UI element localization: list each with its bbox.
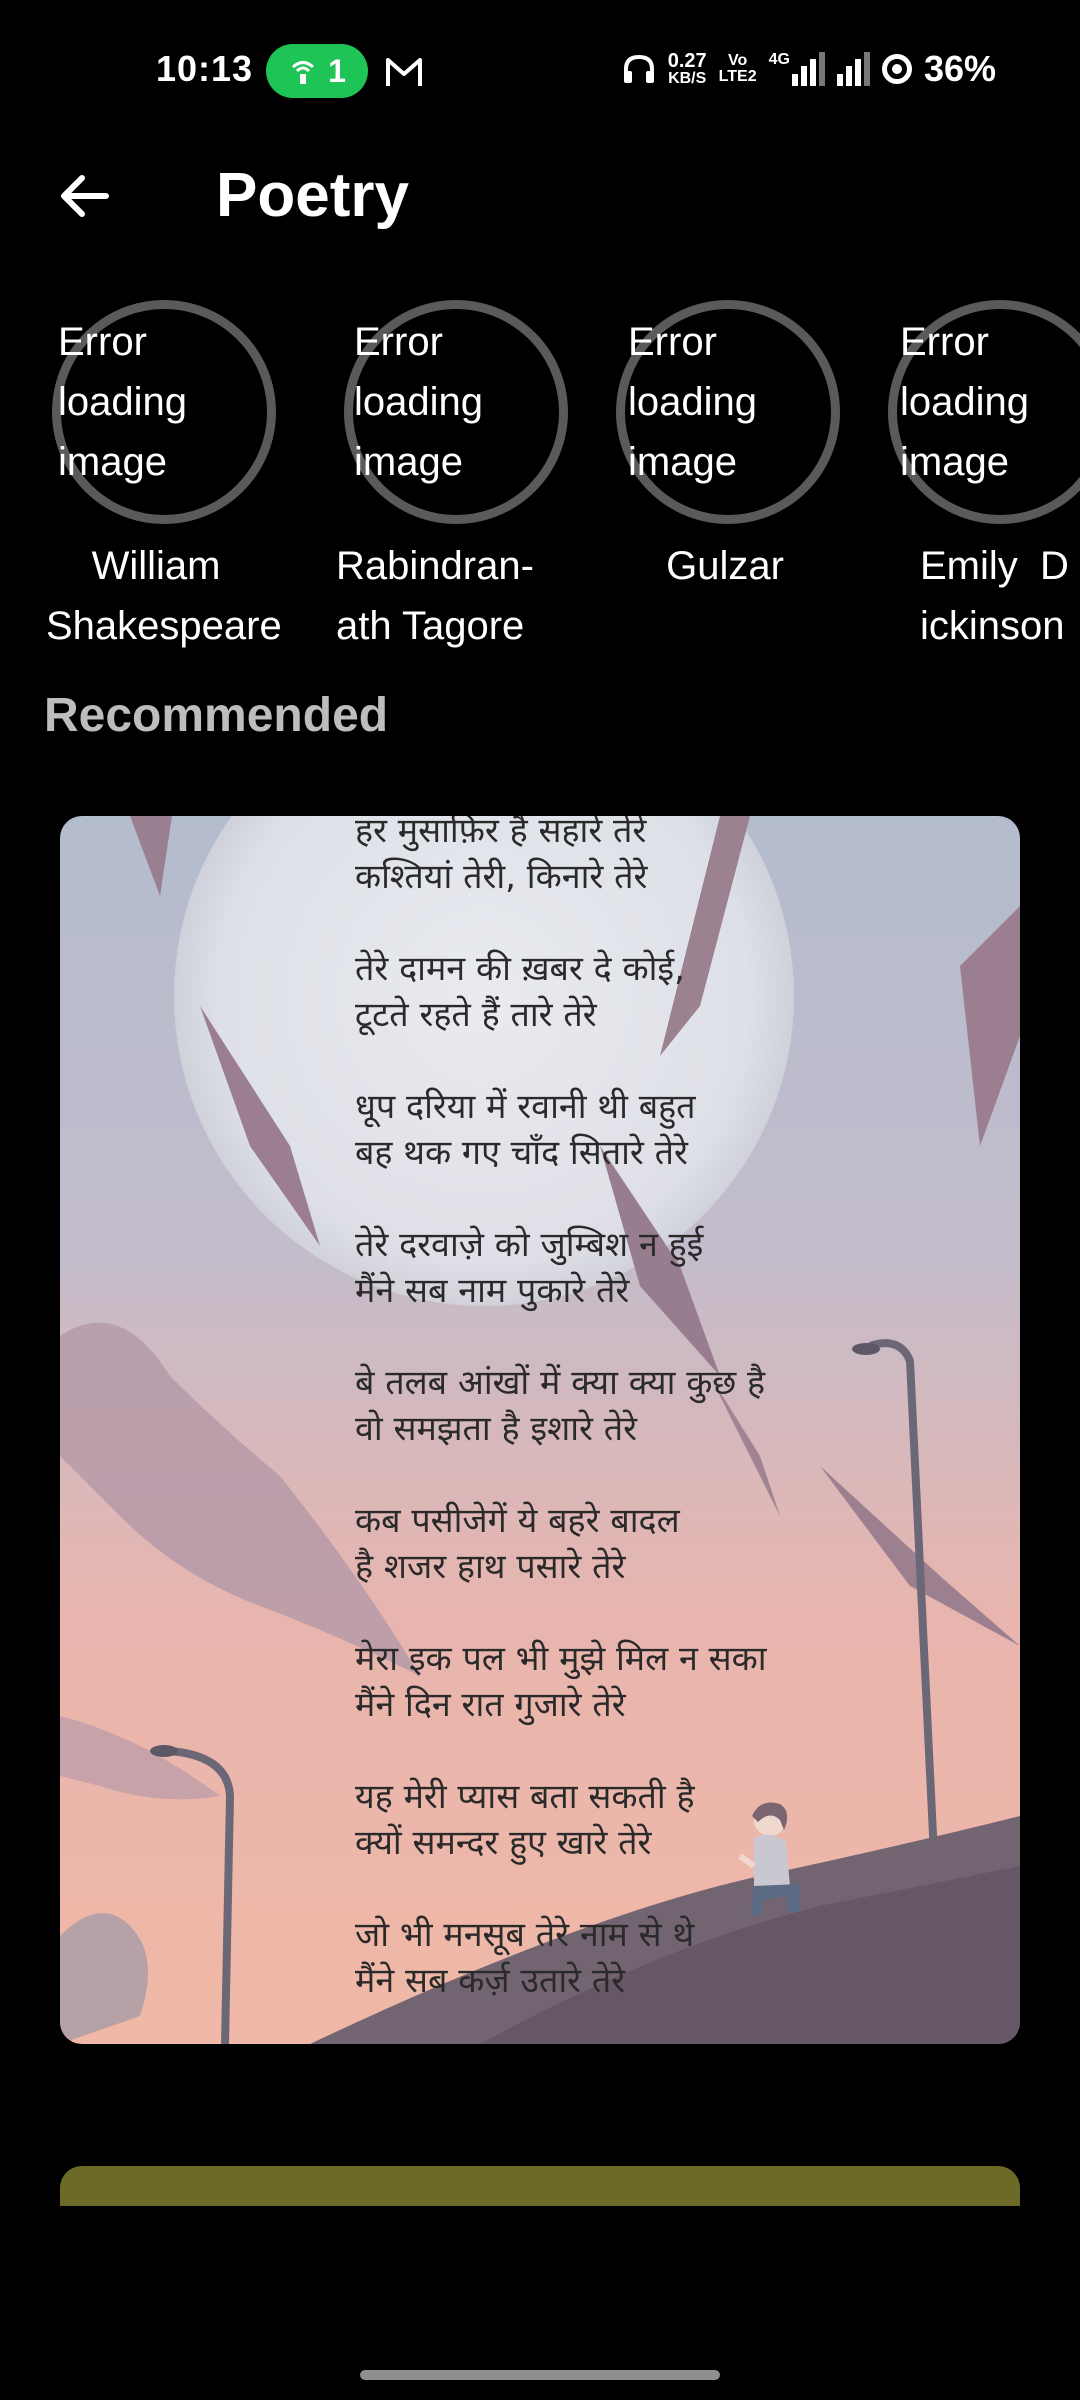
status-bar: 10:13 1 0.27 KB/S Vo LTE2 4G 36%	[0, 0, 1080, 140]
page-title: Poetry	[216, 161, 409, 230]
image-error-text: Error loading image	[354, 320, 484, 484]
status-right-group: 0.27 KB/S Vo LTE2 4G 36%	[622, 48, 996, 90]
poem-stanza: बे तलब आंखों में क्या क्या कुछ है वो समझ…	[355, 1363, 766, 1449]
poem-stanza: जो भी मनसूब तेरे नाम से थे मैंने सब कर्ज…	[355, 1915, 695, 2001]
poem-stanza: तेरे दामन की ख़बर दे कोई, टूटते रहते हैं…	[355, 949, 685, 1035]
poem-stanza: तेरे दरवाज़े को जुम्बिश न हुई मैंने सब न…	[355, 1225, 704, 1311]
battery-icon	[881, 54, 912, 84]
poet-item-gulzar[interactable]: Error loading image Gulzar	[610, 296, 880, 666]
back-button[interactable]	[52, 164, 116, 228]
image-error-text: Error loading image	[58, 320, 188, 484]
recommended-poem-card[interactable]: हर मुसाफ़िर है सहारे तेरे कश्तियां तेरी,…	[60, 816, 1020, 2044]
poet-name: Rabindran- ath Tagore	[336, 544, 534, 648]
arrow-left-icon	[61, 175, 109, 217]
signal-bars-2-icon	[836, 52, 870, 86]
home-indicator[interactable]	[360, 2370, 720, 2380]
hotspot-icon	[292, 61, 315, 84]
mobile-signal-4g: 4G	[769, 52, 825, 86]
poet-item-tagore[interactable]: Error loading image Rabindran- ath Tagor…	[336, 296, 606, 666]
poem-stanza: हर मुसाफ़िर है सहारे तेरे कश्तियां तेरी,…	[355, 816, 648, 897]
next-poem-card[interactable]	[60, 2166, 1020, 2206]
headphones-icon	[623, 54, 654, 83]
gmail-icon	[386, 58, 422, 86]
poem-stanza: कब पसीजेगें ये बहरे बादल है शजर हाथ पसार…	[355, 1501, 680, 1587]
poem-stanza: यह मेरी प्यास बता सकती है क्यों समन्दर ह…	[355, 1777, 695, 1863]
poet-item-dickinson[interactable]: Error loading image Emily D ickinson	[882, 296, 1080, 666]
poem-text: हर मुसाफ़िर है सहारे तेरे कश्तियां तेरी,…	[355, 816, 915, 2044]
poets-carousel[interactable]: Error loading image William Shakespeare …	[0, 296, 1080, 666]
poem-stanza: धूप दरिया में रवानी थी बहुत बह थक गए चाँ…	[355, 1087, 696, 1173]
poem-stanza: मेरा इक पल भी मुझे मिल न सका मैंने दिन र…	[355, 1639, 767, 1725]
image-error-text: Error loading image	[900, 320, 1030, 484]
hotspot-count: 1	[328, 52, 346, 89]
volte-indicator: Vo LTE2	[718, 52, 757, 85]
poet-name: Gulzar	[666, 544, 784, 588]
poet-name: William Shakespeare	[46, 544, 282, 648]
status-time: 10:13	[156, 48, 254, 89]
section-title-recommended: Recommended	[44, 689, 389, 742]
poet-name: Emily D ickinson	[920, 544, 1069, 648]
image-error-text: Error loading image	[628, 320, 758, 484]
poet-item-shakespeare[interactable]: Error loading image William Shakespeare	[40, 296, 310, 666]
net-speed: 0.27 KB/S	[667, 50, 707, 87]
battery-percent: 36%	[923, 48, 996, 89]
hotspot-indicator: 1	[266, 44, 368, 98]
signal-bars-icon	[791, 52, 825, 86]
